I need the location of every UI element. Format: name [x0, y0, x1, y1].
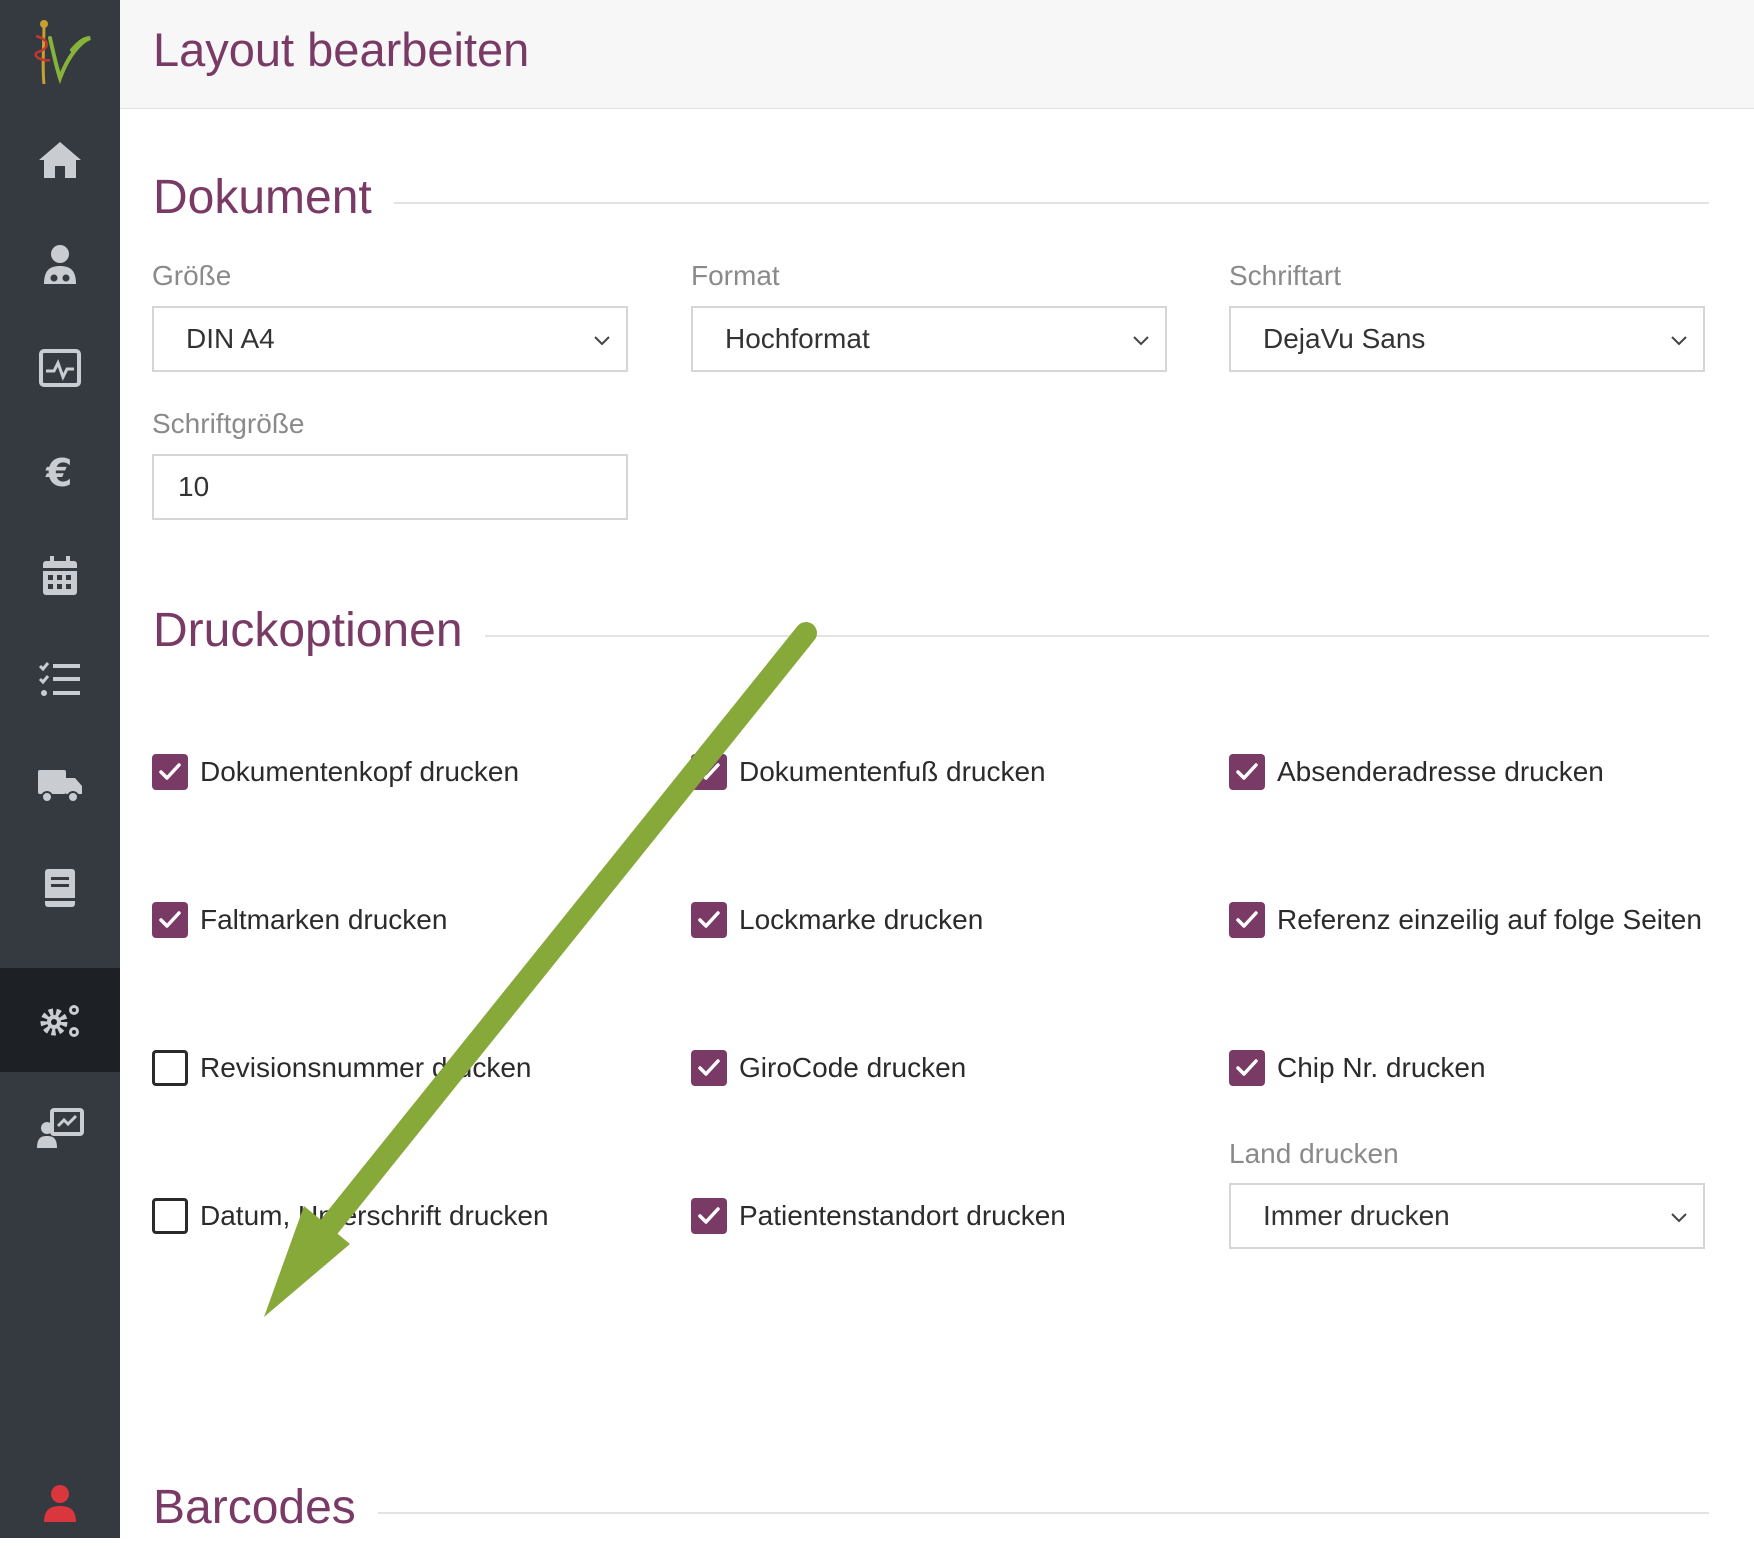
- schriftgroesse-value: 10: [178, 471, 210, 502]
- sidebar-item-presentation[interactable]: [0, 1076, 120, 1180]
- sidebar-item-monitor[interactable]: [0, 316, 120, 420]
- option-dokumentenkopf-drucken[interactable]: Dokumentenkopf drucken: [152, 754, 519, 790]
- calendar-icon: [43, 556, 77, 595]
- home-icon: [39, 142, 81, 178]
- checkbox-label: Referenz einzeilig auf folge Seiten: [1277, 904, 1702, 935]
- checkbox[interactable]: [691, 1198, 727, 1234]
- option-faltmarken-drucken[interactable]: Faltmarken drucken: [152, 902, 447, 938]
- option-girocode-drucken[interactable]: GiroCode drucken: [691, 1050, 966, 1086]
- chevron-down-icon: [594, 336, 610, 346]
- truck-icon: [38, 770, 82, 803]
- sidebar-item-doctors[interactable]: [0, 212, 120, 316]
- presentation-user-icon: [37, 1108, 84, 1148]
- option-dokumentenfuss-drucken[interactable]: Dokumentenfuß drucken: [691, 754, 1046, 790]
- app-logo[interactable]: [20, 16, 96, 88]
- page-header: Layout bearbeiten: [120, 0, 1754, 109]
- checkbox[interactable]: [152, 902, 188, 938]
- groesse-select[interactable]: DIN A4: [152, 306, 628, 372]
- checkbox-label: Absenderadresse drucken: [1277, 756, 1604, 787]
- checkbox-label: Dokumentenfuß drucken: [739, 756, 1046, 787]
- sidebar-item-settings[interactable]: [0, 968, 120, 1072]
- sidebar-item-tasks[interactable]: [0, 628, 120, 732]
- check-icon: [1236, 1059, 1258, 1076]
- check-icon: [698, 1207, 720, 1224]
- schriftart-select[interactable]: DejaVu Sans: [1229, 306, 1705, 372]
- schriftart-label: Schriftart: [1229, 260, 1342, 291]
- chevron-down-icon: [1671, 336, 1687, 346]
- user-icon: [44, 1485, 76, 1522]
- sidebar-item-calendar[interactable]: [0, 524, 120, 628]
- option-lockmarke-drucken[interactable]: Lockmarke drucken: [691, 902, 983, 938]
- option-referenz-einzeilig-auf-folge-seiten[interactable]: Referenz einzeilig auf folge Seiten: [1229, 902, 1702, 938]
- format-select[interactable]: Hochformat: [691, 306, 1167, 372]
- checklist-icon: [38, 662, 80, 696]
- check-icon: [159, 911, 181, 928]
- sidebar-item-finance[interactable]: €: [0, 420, 120, 524]
- checkbox-label: Dokumentenkopf drucken: [200, 756, 520, 787]
- option-absenderadresse-drucken[interactable]: Absenderadresse drucken: [1229, 754, 1604, 790]
- format-label: Format: [691, 260, 780, 291]
- section-title-dokument: Dokument: [153, 170, 394, 226]
- sidebar-item-user[interactable]: [0, 1452, 120, 1556]
- page-title: Layout bearbeiten: [153, 23, 530, 76]
- logo-icon: [34, 20, 91, 85]
- checkbox[interactable]: [152, 1050, 188, 1086]
- sidebar-item-docs[interactable]: [0, 836, 120, 940]
- checkbox[interactable]: [691, 754, 727, 790]
- sidebar-item-delivery[interactable]: [0, 732, 120, 836]
- section-divider: [153, 1512, 1709, 1514]
- checkbox[interactable]: [691, 902, 727, 938]
- schriftgroesse-input[interactable]: 10: [152, 454, 628, 520]
- land-drucken-select[interactable]: Immer drucken: [1229, 1183, 1705, 1249]
- book-icon: [45, 869, 75, 907]
- svg-text:€: €: [45, 451, 72, 495]
- check-icon: [698, 1059, 720, 1076]
- checkbox[interactable]: [1229, 1050, 1265, 1086]
- monitor-chart-icon: [39, 349, 81, 387]
- groesse-label: Größe: [152, 260, 232, 291]
- checkbox[interactable]: [691, 1050, 727, 1086]
- checkbox-label: GiroCode drucken: [739, 1052, 967, 1083]
- groesse-value: DIN A4: [186, 323, 275, 354]
- checkbox[interactable]: [1229, 754, 1265, 790]
- format-value: Hochformat: [725, 323, 870, 354]
- checkbox[interactable]: [152, 754, 188, 790]
- check-icon: [698, 911, 720, 928]
- land-drucken-label: Land drucken: [1229, 1138, 1399, 1169]
- land-drucken-value: Immer drucken: [1263, 1200, 1450, 1231]
- checkbox-label: Revisionsnummer drucken: [200, 1052, 532, 1083]
- section-title-barcodes: Barcodes: [153, 1480, 378, 1536]
- schriftart-value: DejaVu Sans: [1263, 323, 1426, 354]
- sidebar-item-home[interactable]: [0, 108, 120, 212]
- option-patientenstandort-drucken[interactable]: Patientenstandort drucken: [691, 1198, 1066, 1234]
- check-icon: [1236, 911, 1258, 928]
- schriftgroesse-label: Schriftgröße: [152, 408, 305, 439]
- chevron-down-icon: [1671, 1213, 1687, 1223]
- checkbox-label: Lockmarke drucken: [739, 904, 984, 935]
- doctor-icon: [44, 245, 76, 284]
- chevron-down-icon: [1133, 336, 1149, 346]
- check-icon: [1236, 763, 1258, 780]
- section-title-druckoptionen: Druckoptionen: [153, 603, 485, 659]
- option-chip-nr-drucken[interactable]: Chip Nr. drucken: [1229, 1050, 1486, 1086]
- check-icon: [159, 763, 181, 780]
- check-icon: [698, 763, 720, 780]
- checkbox-label: Patientenstandort drucken: [739, 1200, 1066, 1231]
- sidebar: €: [0, 0, 120, 1538]
- checkbox[interactable]: [1229, 902, 1265, 938]
- checkbox-label: Faltmarken drucken: [200, 904, 448, 935]
- option-datum-unterschrift-drucken[interactable]: Datum, Unterschrift drucken: [152, 1198, 549, 1234]
- checkbox[interactable]: [152, 1198, 188, 1234]
- checkbox-label: Chip Nr. drucken: [1277, 1052, 1486, 1083]
- option-revisionsnummer-drucken[interactable]: Revisionsnummer drucken: [152, 1050, 531, 1086]
- checkbox-label: Datum, Unterschrift drucken: [200, 1200, 549, 1231]
- gears-icon: [40, 1005, 79, 1037]
- euro-icon: €: [45, 451, 72, 495]
